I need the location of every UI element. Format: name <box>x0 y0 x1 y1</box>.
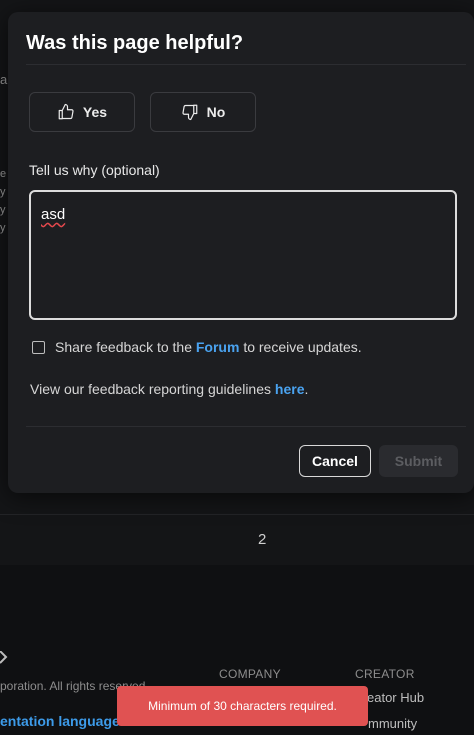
feedback-modal: Was this page helpful? Yes No Tell us wh… <box>8 12 474 493</box>
background-text-fragment: y <box>0 204 6 216</box>
share-suffix: to receive updates. <box>239 339 362 355</box>
forum-link[interactable]: Forum <box>196 339 240 355</box>
feedback-textarea[interactable]: asd <box>29 190 457 320</box>
guidelines-prefix: View our feedback reporting guidelines <box>30 381 275 397</box>
footer-divider <box>26 426 466 427</box>
share-prefix: Share feedback to the <box>55 339 196 355</box>
share-feedback-row: Share feedback to the Forum to receive u… <box>32 339 362 355</box>
table-divider <box>0 514 474 515</box>
background-text-fragment: e <box>0 168 7 180</box>
thumbs-down-icon <box>182 104 198 121</box>
yes-button[interactable]: Yes <box>29 92 135 132</box>
logo-icon <box>0 651 8 664</box>
background-text-fragment: y <box>0 222 6 234</box>
background-text-fragment: y <box>0 186 6 198</box>
why-label: Tell us why (optional) <box>29 162 160 178</box>
creator-hub-link[interactable]: eator Hub <box>367 690 424 705</box>
documentation-language-link[interactable]: entation language <box>0 713 120 729</box>
share-feedback-text: Share feedback to the Forum to receive u… <box>55 339 362 355</box>
yes-label: Yes <box>82 104 108 120</box>
background-text-fragment: a <box>0 72 8 87</box>
thumbs-up-icon <box>58 103 74 120</box>
page-number[interactable]: 2 <box>258 531 266 548</box>
error-toast: Minimum of 30 characters required. <box>117 686 368 726</box>
textarea-value: asd <box>41 206 66 223</box>
guidelines-suffix: . <box>304 381 309 397</box>
community-link[interactable]: mmunity <box>368 716 417 731</box>
modal-title: Was this page helpful? <box>26 32 244 54</box>
creator-heading: CREATOR <box>355 667 415 681</box>
title-divider <box>26 64 466 65</box>
no-label: No <box>206 104 226 120</box>
cancel-button[interactable]: Cancel <box>299 445 371 477</box>
share-feedback-checkbox[interactable] <box>32 340 45 354</box>
toast-message: Minimum of 30 characters required. <box>148 699 337 713</box>
company-heading: COMPANY <box>219 667 281 681</box>
guidelines-text: View our feedback reporting guidelines h… <box>30 381 308 397</box>
submit-button[interactable]: Submit <box>379 445 458 477</box>
no-button[interactable]: No <box>150 92 256 132</box>
guidelines-link[interactable]: here <box>275 381 305 397</box>
